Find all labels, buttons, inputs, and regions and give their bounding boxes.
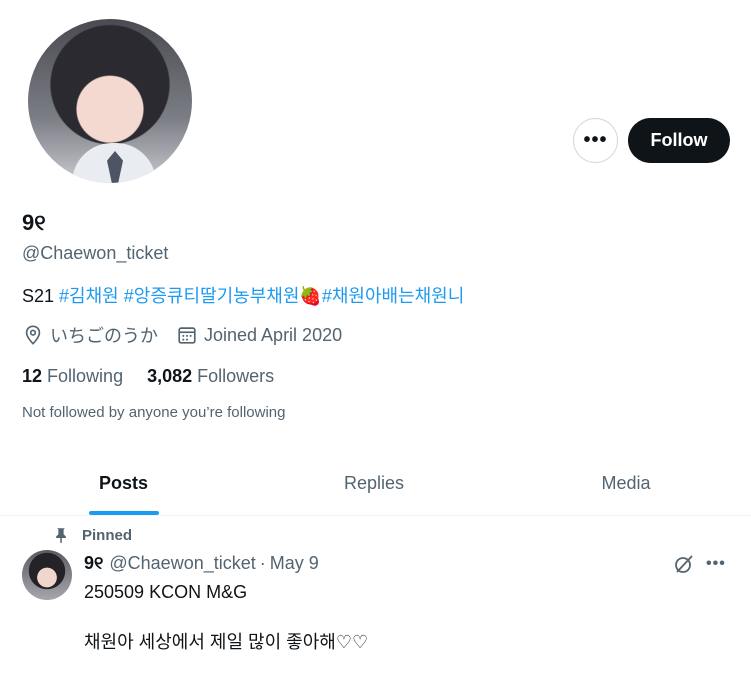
- tab-media[interactable]: Media: [501, 452, 751, 515]
- following-count: 12: [22, 366, 43, 386]
- tab-replies[interactable]: Replies: [247, 452, 501, 515]
- not-followed-notice: Not followed by anyone you’re following: [22, 404, 286, 421]
- post-date[interactable]: May 9: [270, 553, 319, 574]
- bio-hashtag[interactable]: #앙증큐티딸기농부채원: [124, 286, 300, 306]
- tab-label: Media: [601, 473, 651, 493]
- post-author-avatar[interactable]: [22, 550, 72, 600]
- bio-hashtag[interactable]: #김채원: [59, 286, 119, 306]
- post-author-handle[interactable]: @Chaewon_ticket: [109, 553, 255, 574]
- profile-tabs: Posts Replies Media: [0, 452, 751, 516]
- pin-icon: [52, 526, 70, 544]
- pinned-indicator: Pinned: [52, 526, 132, 544]
- profile-handle: @Chaewon_ticket: [22, 243, 169, 263]
- post-author-name[interactable]: 9୧: [84, 553, 103, 574]
- following-label: Following: [47, 366, 124, 386]
- profile-bio: S21 #김채원 #앙증큐티딸기농부채원🍓#채원아배는채원니: [22, 282, 464, 308]
- profile-joined: Joined April 2020: [176, 324, 342, 346]
- pinned-label: Pinned: [82, 526, 133, 544]
- location-icon: [22, 324, 44, 346]
- calendar-icon: [176, 324, 198, 346]
- post-actions: •••: [672, 552, 726, 576]
- display-name: 9୧: [22, 210, 46, 235]
- profile-location: いちごのうか: [22, 322, 158, 348]
- tab-label: Posts: [98, 473, 149, 493]
- post-header: 9୧ @Chaewon_ticket · May 9: [84, 553, 319, 574]
- followers-label: Followers: [197, 366, 275, 386]
- grok-icon[interactable]: [672, 552, 696, 576]
- location-text: いちごのうか: [50, 326, 158, 346]
- followers-link[interactable]: 3,082 Followers: [147, 366, 274, 387]
- follow-button[interactable]: Follow: [628, 118, 730, 163]
- following-link[interactable]: 12 Following: [22, 366, 123, 387]
- strawberry-emoji: 🍓: [299, 286, 322, 306]
- bio-prefix: S21: [22, 286, 55, 306]
- active-tab-indicator: [88, 511, 159, 515]
- more-options-button[interactable]: •••: [573, 118, 618, 163]
- post-text-line: 250509 KCON M&G: [84, 582, 248, 602]
- tab-label: Replies: [343, 473, 405, 493]
- bio-hashtag[interactable]: #채원아배는채원니: [322, 286, 465, 306]
- post-separator: ·: [259, 553, 266, 573]
- post-text-line: 채원아 세상에서 제일 많이 좋아해♡♡: [84, 632, 369, 652]
- profile-meta: いちごのうか Joined April 2020: [22, 322, 360, 348]
- profile-avatar[interactable]: [24, 15, 196, 187]
- tab-posts[interactable]: Posts: [0, 452, 247, 515]
- joined-text: Joined April 2020: [204, 324, 343, 345]
- post-more-icon[interactable]: •••: [706, 555, 726, 573]
- followers-count: 3,082: [147, 366, 193, 386]
- follow-counts: 12 Following 3,082 Followers: [22, 366, 298, 387]
